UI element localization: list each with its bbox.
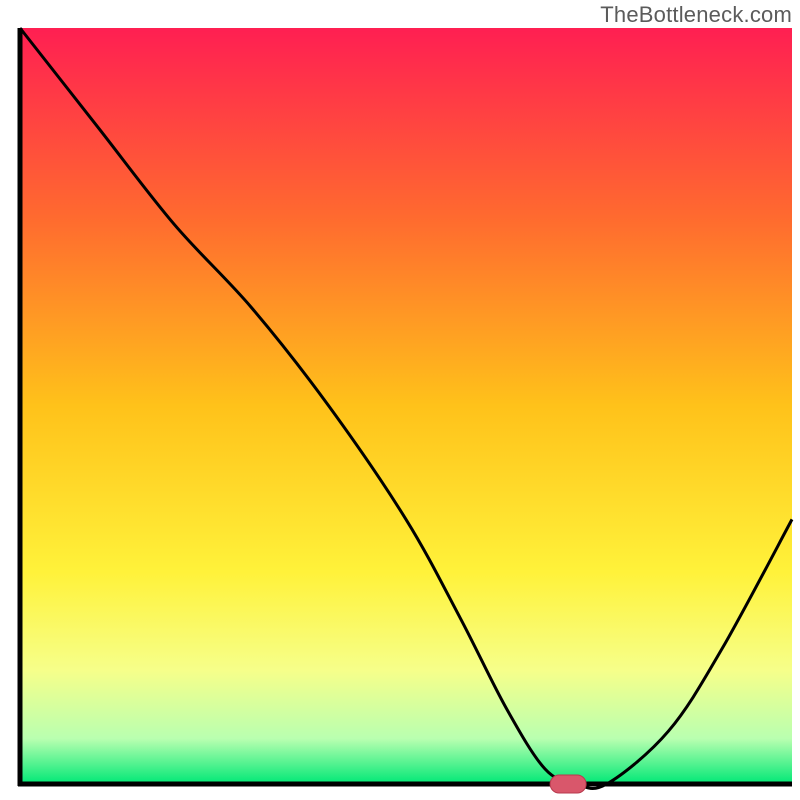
chart-container: TheBottleneck.com [0,0,800,800]
chart-svg [0,0,800,800]
plot-background [20,28,792,784]
optimal-marker [550,775,586,793]
watermark-text: TheBottleneck.com [600,2,792,28]
